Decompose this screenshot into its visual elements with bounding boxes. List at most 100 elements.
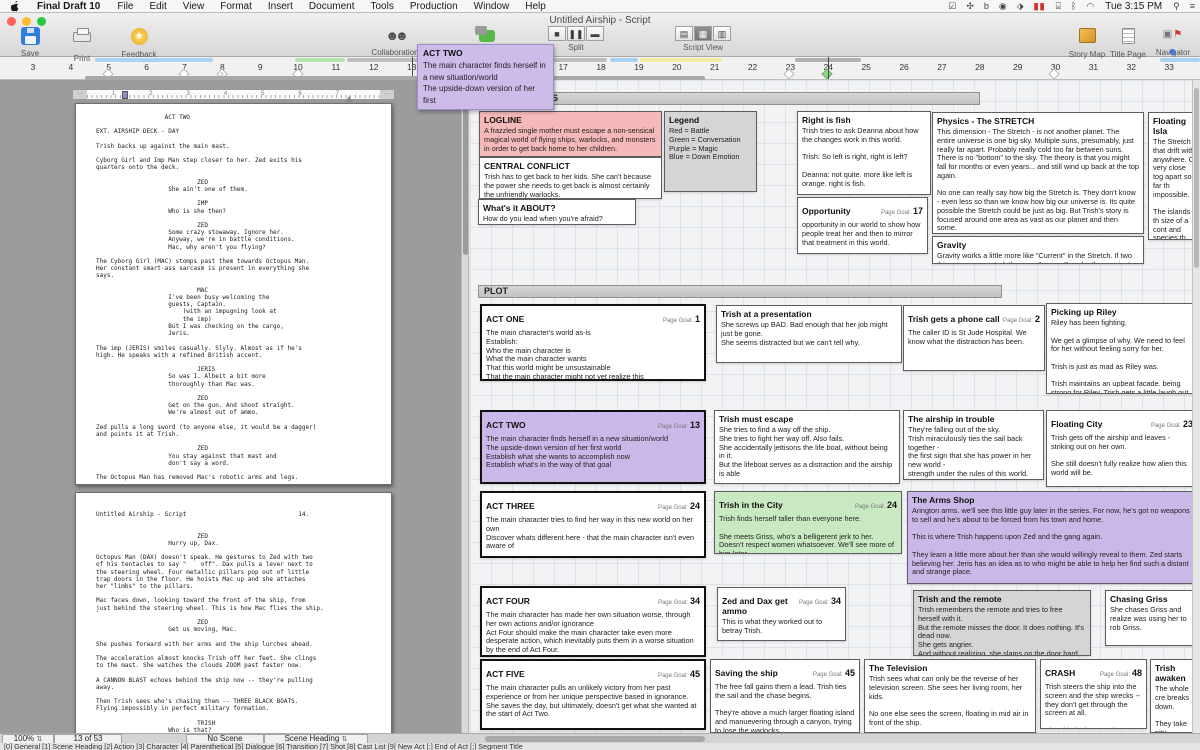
- note-card-opportunity[interactable]: OpportunityPage Goal:17 opportunity in o…: [797, 197, 928, 254]
- script-page-1[interactable]: ACT TWO EXT. AIRSHIP DECK - DAY Trish ba…: [75, 103, 392, 485]
- menu-item[interactable]: Help: [517, 1, 554, 12]
- script-page-2-text[interactable]: Untitled Airship - Script 14. ZED Hurry …: [76, 493, 391, 733]
- no-split-button[interactable]: ■: [548, 26, 566, 41]
- menu-item[interactable]: File: [109, 1, 141, 12]
- menu-status-area: ☑ ✣ b ◉ ⬗ ▮▮ ⌸ ᛒ ◠ Tue 3:15 PM ⚲ ≡: [943, 1, 1200, 12]
- plot-card-act-three[interactable]: ACT THREEPage Goal:24 The main character…: [480, 491, 706, 558]
- horizontal-split-button[interactable]: ▬: [586, 26, 604, 41]
- drop-status-icon[interactable]: ⬗: [1012, 1, 1029, 12]
- timeline-page-number[interactable]: 26: [885, 62, 923, 72]
- pause-status-icon[interactable]: ▮▮: [1029, 1, 1051, 12]
- menu-item[interactable]: Edit: [141, 1, 174, 12]
- timeline-page-number[interactable]: 22: [734, 62, 772, 72]
- menu-item[interactable]: Tools: [362, 1, 401, 12]
- menu-item[interactable]: Format: [212, 1, 260, 12]
- ruler-ticks: [87, 95, 380, 98]
- eye-status-icon[interactable]: ◉: [994, 1, 1012, 12]
- print-button[interactable]: Print: [62, 26, 102, 63]
- plot-card-trish-and-remote[interactable]: Trish and the remote Trish remembers the…: [913, 590, 1091, 656]
- menu-clock[interactable]: Tue 3:15 PM: [1099, 1, 1168, 12]
- menu-item[interactable]: Document: [301, 1, 363, 12]
- timeline-page-number[interactable]: 21: [696, 62, 734, 72]
- plot-card-trish-in-the-city[interactable]: Trish in the CityPage Goal:24 Trish find…: [714, 491, 902, 554]
- script-ruler[interactable]: ··· ··· 1234567: [72, 89, 395, 100]
- timeline-page-number[interactable]: 3: [14, 62, 52, 72]
- menu-item[interactable]: Window: [466, 1, 518, 12]
- timeline-page-number[interactable]: 12: [355, 62, 393, 72]
- timeline-page-number[interactable]: 28: [961, 62, 999, 72]
- plot-card-phone-call[interactable]: Trish gets a phone callPage Goal:2 The c…: [903, 305, 1045, 371]
- save-button[interactable]: Save: [10, 26, 50, 58]
- ruler-margin-marker[interactable]: [345, 92, 353, 102]
- script-vertical-scrollbar[interactable]: [461, 80, 469, 733]
- note-card-legend[interactable]: Legend Red = Battle Green = Conversation…: [664, 111, 757, 192]
- window-title: Untitled Airship - Script: [0, 15, 1200, 26]
- plot-card-crash[interactable]: CRASHPage Goal:48 Trish steers the ship …: [1040, 659, 1147, 729]
- timeline-page-number[interactable]: 25: [847, 62, 885, 72]
- script-page-1-text[interactable]: ACT TWO EXT. AIRSHIP DECK - DAY Trish ba…: [76, 104, 391, 481]
- page-view-button[interactable]: ▦: [694, 26, 712, 41]
- feedback-star-icon: ★: [128, 28, 150, 48]
- ruler-indent-marker[interactable]: [122, 91, 128, 99]
- plot-card-zed-dax-ammo[interactable]: Zed and Dax get ammoPage Goal:34 This is…: [717, 587, 846, 641]
- apple-menu-icon[interactable]: [0, 1, 28, 12]
- plot-card-airship-in-trouble[interactable]: The airship in trouble They're falling o…: [903, 410, 1044, 480]
- spotlight-search-icon[interactable]: ⚲: [1168, 1, 1185, 12]
- plot-card-trish-presentation[interactable]: Trish at a presentation She screws up BA…: [716, 305, 902, 363]
- plot-card-chasing-griss[interactable]: Chasing Griss She chases Griss and reali…: [1105, 590, 1200, 646]
- note-card-logline[interactable]: LOGLINE A frazzled single mother must es…: [479, 111, 662, 157]
- timeline-page-number[interactable]: 6: [128, 62, 166, 72]
- timeline-page-number[interactable]: 9: [241, 62, 279, 72]
- plot-card-act-two-selected[interactable]: ACT TWOPage Goal:13 The main character f…: [480, 410, 706, 484]
- script-page-2[interactable]: Untitled Airship - Script 14. ZED Hurry …: [75, 492, 392, 733]
- note-card-gravity[interactable]: Gravity Gravity works a little more like…: [932, 236, 1144, 264]
- wifi-icon[interactable]: ◠: [1081, 1, 1099, 12]
- plot-card-act-one[interactable]: ACT ONEPage Goal:1 The main character's …: [480, 304, 706, 381]
- app-menu[interactable]: Final Draft 10: [28, 1, 109, 12]
- menu-item[interactable]: View: [175, 1, 213, 12]
- vertical-split-button[interactable]: ❚❚: [567, 26, 585, 41]
- note-card-central-conflict[interactable]: CENTRAL CONFLICT Trish has to get back t…: [479, 157, 662, 199]
- timeline-page-number[interactable]: 32: [1112, 62, 1150, 72]
- bluetooth-icon[interactable]: ᛒ: [1066, 1, 1081, 11]
- timeline-scrollbar-thumb[interactable]: [85, 76, 705, 80]
- story-map-timeline[interactable]: 3456789101112131415161718192021222324252…: [0, 57, 1200, 80]
- check-status-icon[interactable]: ☑: [943, 1, 961, 12]
- menu-item[interactable]: Production: [402, 1, 466, 12]
- plot-card-trish-must-escape[interactable]: Trish must escape She tries to find a wa…: [714, 410, 900, 484]
- timeline-page-number[interactable]: 11: [317, 62, 355, 72]
- plot-card-floating-city[interactable]: Floating CityPage Goal:23 Trish gets off…: [1046, 410, 1198, 487]
- note-card-physics-stretch[interactable]: Physics - The STRETCH This dimension - T…: [932, 112, 1144, 234]
- plot-card-act-four[interactable]: ACT FOURPage Goal:34 The main character …: [480, 586, 706, 657]
- title-page-button[interactable]: Title Page: [1104, 26, 1152, 59]
- b-status-icon[interactable]: b: [979, 1, 994, 11]
- speed-view-button[interactable]: ▥: [713, 26, 731, 41]
- navigator-button[interactable]: ▣⚑☻ Navigator: [1148, 26, 1198, 57]
- timeline-page-number[interactable]: 19: [620, 62, 658, 72]
- plot-card-the-television[interactable]: The Television Trish sees what can only …: [864, 659, 1036, 733]
- timeline-page-number[interactable]: 33: [1150, 62, 1188, 72]
- script-scrollbar-thumb[interactable]: [463, 85, 468, 255]
- vault-status-icon[interactable]: ✣: [961, 1, 979, 12]
- normal-view-button[interactable]: ▤: [675, 26, 693, 41]
- board-vertical-scrollbar[interactable]: [1192, 80, 1200, 733]
- notification-center-icon[interactable]: ≡: [1185, 1, 1200, 11]
- plot-card-saving-the-ship[interactable]: Saving the shipPage Goal:45 The free fal…: [710, 659, 860, 733]
- timeline-page-number[interactable]: 18: [582, 62, 620, 72]
- timeline-page-number[interactable]: 31: [1075, 62, 1113, 72]
- board-scrollbar-thumb[interactable]: [1194, 88, 1199, 268]
- timeline-page-number[interactable]: 27: [923, 62, 961, 72]
- note-card-right-is-fish[interactable]: Right is fish Trish tries to ask Deanna …: [797, 111, 931, 195]
- plot-card-arms-shop[interactable]: The Arms Shop Arington arms. we'll see t…: [907, 491, 1196, 584]
- timeline-page-number[interactable]: 20: [658, 62, 696, 72]
- timeline-page-number[interactable]: 29: [999, 62, 1037, 72]
- feedback-button[interactable]: ★ Feedback: [112, 26, 166, 59]
- collaboration-icon: ☻☻: [384, 26, 406, 46]
- plot-section-header[interactable]: PLOT: [478, 285, 1002, 298]
- plot-card-act-five[interactable]: ACT FIVEPage Goal:45 The main character …: [480, 659, 706, 730]
- timeline-page-number[interactable]: 4: [52, 62, 90, 72]
- plot-card-picking-up-riley[interactable]: Picking up Riley Riley has been fighting…: [1046, 303, 1198, 394]
- note-card-whats-it-about[interactable]: What's it ABOUT? How do you lead when yo…: [478, 199, 636, 225]
- menu-item[interactable]: Insert: [260, 1, 301, 12]
- display-status-icon[interactable]: ⌸: [1051, 1, 1066, 12]
